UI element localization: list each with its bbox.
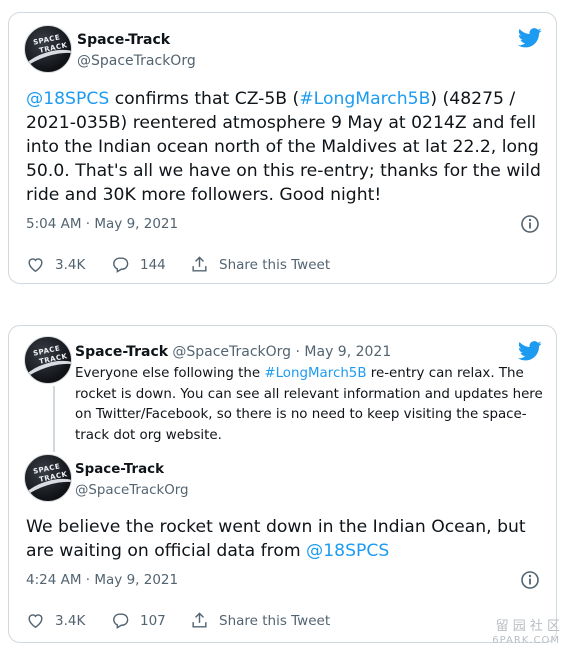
watermark: 留 园 社 区 6PARK.COM: [492, 619, 560, 647]
heart-icon: [28, 614, 43, 629]
reply-icon: [113, 257, 129, 273]
mention-link[interactable]: @18SPCS: [306, 541, 389, 561]
like-button[interactable]: 3.4K: [26, 611, 111, 630]
avatar[interactable]: SPACE TRACK: [24, 336, 72, 384]
tweet-card-2[interactable]: SPACE TRACK Space-Track @SpaceTrackOrg ·…: [8, 325, 557, 643]
avatar[interactable]: SPACE TRACK: [24, 454, 72, 502]
info-icon[interactable]: [520, 214, 540, 234]
quoted-author-name[interactable]: Space-Track: [75, 344, 168, 360]
hashtag-link[interactable]: #LongMarch5B: [264, 366, 366, 381]
share-icon: [192, 612, 207, 628]
author-name[interactable]: Space-Track: [75, 462, 164, 477]
tweet-timestamp[interactable]: 4:24 AM · May 9, 2021: [26, 572, 178, 588]
tweet-timestamp[interactable]: 5:04 AM · May 9, 2021: [26, 216, 178, 232]
author-name[interactable]: Space-Track: [77, 32, 170, 48]
mention-link[interactable]: @18SPCS: [26, 89, 109, 109]
share-button[interactable]: Share this Tweet: [190, 611, 330, 630]
twitter-bird-icon[interactable]: [518, 341, 542, 361]
reply-button[interactable]: 107: [111, 611, 190, 630]
reply-count: 144: [140, 256, 166, 273]
twitter-bird-icon[interactable]: [518, 28, 542, 48]
share-label: Share this Tweet: [219, 612, 331, 629]
tweet-actions: 3.4K 144 Share this Tweet: [26, 255, 330, 274]
tweet-text: @18SPCS confirms that CZ-5B (#LongMarch5…: [26, 89, 541, 205]
quoted-tweet-text: Everyone else following the #LongMarch5B…: [75, 366, 543, 443]
share-icon: [192, 256, 207, 272]
reply-icon: [113, 613, 129, 629]
reply-button[interactable]: 144: [111, 255, 190, 274]
author-handle[interactable]: @SpaceTrackOrg: [75, 483, 189, 498]
like-count: 3.4K: [55, 256, 86, 273]
like-count: 3.4K: [55, 612, 86, 629]
share-label: Share this Tweet: [219, 256, 331, 273]
tweet-card-1[interactable]: SPACE TRACK Space-Track @SpaceTrackOrg @…: [8, 12, 557, 284]
reply-count: 107: [140, 612, 166, 629]
avatar[interactable]: SPACE TRACK: [24, 25, 72, 73]
heart-icon: [28, 258, 43, 273]
tweet-actions: 3.4K 107 Share this Tweet: [26, 611, 330, 630]
quoted-header: Space-Track @SpaceTrackOrg · May 9, 2021: [75, 344, 391, 360]
info-icon[interactable]: [520, 570, 540, 590]
quoted-handle-date[interactable]: @SpaceTrackOrg · May 9, 2021: [172, 344, 391, 360]
hashtag-link[interactable]: #LongMarch5B: [299, 89, 430, 109]
author-handle[interactable]: @SpaceTrackOrg: [77, 53, 196, 69]
tweet-text: We believe the rocket went down in the I…: [26, 517, 526, 561]
thread-line: [53, 386, 55, 452]
like-button[interactable]: 3.4K: [26, 255, 111, 274]
share-button[interactable]: Share this Tweet: [190, 255, 330, 274]
